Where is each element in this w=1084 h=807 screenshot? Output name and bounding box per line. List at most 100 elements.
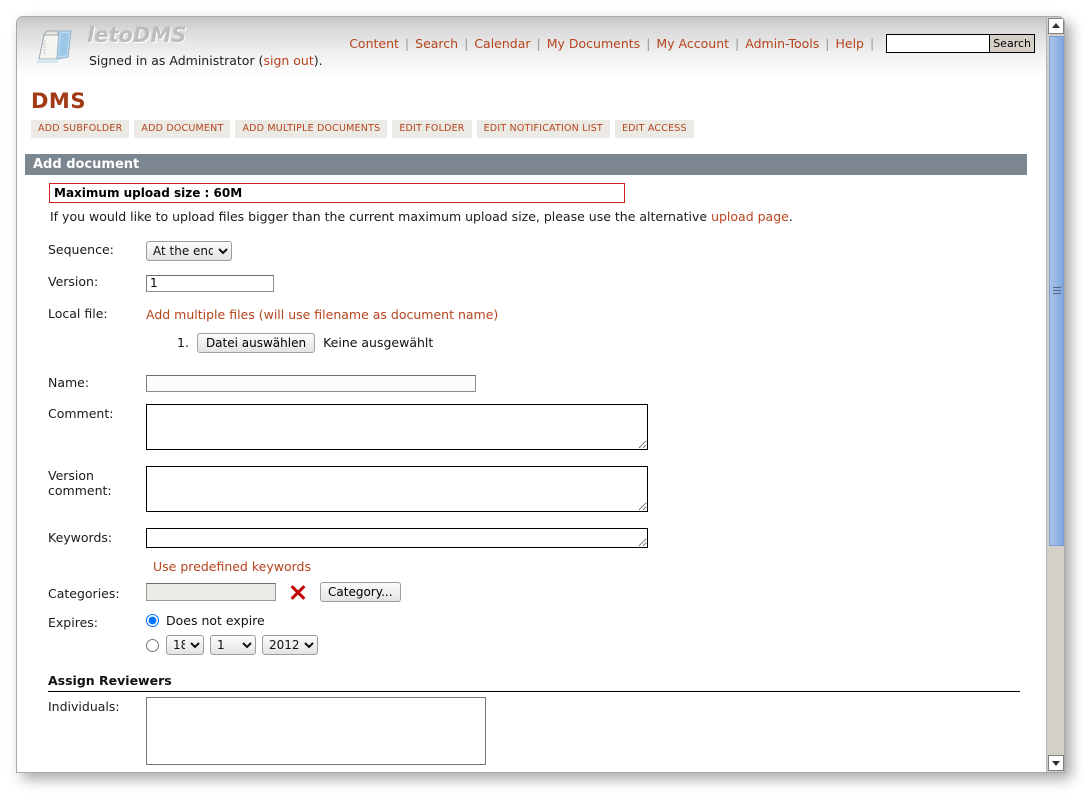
version-field [146, 272, 1032, 292]
nav-separator: | [536, 36, 541, 51]
signed-in-status: Signed in as Administrator (sign out). [89, 53, 323, 68]
nav-separator: | [464, 36, 469, 51]
version-label: Version: [48, 274, 99, 289]
signed-in-prefix: Signed in as Administrator ( [89, 53, 264, 68]
expires-year-select[interactable]: 2012 [262, 635, 318, 655]
keywords-field [146, 528, 1032, 552]
comment-textarea[interactable] [146, 404, 648, 450]
use-predefined-keywords-link[interactable]: Use predefined keywords [153, 559, 311, 574]
page-title: DMS [31, 89, 86, 113]
sequence-select[interactable]: At the end [146, 241, 232, 261]
field-row-keywords: Keywords: [48, 528, 1032, 552]
expires-field: Does not expire 18 1 2012 [146, 613, 1032, 655]
section-header: Add document [25, 154, 1027, 175]
tab-edit-folder[interactable]: EDIT FOLDER [392, 120, 472, 138]
nav-item-content[interactable]: Content [349, 36, 399, 51]
expires-date-radio[interactable] [146, 638, 159, 652]
field-row-sequence: Sequence: At the end [48, 240, 1032, 261]
sequence-field: At the end [146, 240, 1032, 261]
nav-separator: | [869, 36, 875, 51]
expires-day-select[interactable]: 18 [166, 635, 204, 655]
categories-listbox[interactable] [146, 583, 276, 601]
field-row-name: Name: [48, 373, 1032, 392]
nav-item-help[interactable]: Help [835, 36, 864, 51]
scrollbar-thumb[interactable] [1049, 36, 1064, 546]
upload-hint-suffix: . [788, 209, 793, 224]
categories-field: Category... [146, 582, 1032, 602]
site-header: letoDMS Signed in as Administrator (sign… [17, 17, 1047, 78]
file-selection-status: Keine ausgewählt [323, 335, 434, 350]
search-button[interactable]: Search [989, 35, 1034, 52]
local-file-field: Add multiple files (will use filename as… [146, 304, 1032, 323]
version-comment-field [146, 466, 1032, 516]
sign-out-link[interactable]: sign out [263, 53, 313, 68]
brand-title: letoDMS [87, 23, 187, 47]
expires-month-select[interactable]: 1 [210, 635, 256, 655]
category-picker-button[interactable]: Category... [320, 582, 401, 602]
keywords-label: Keywords: [48, 530, 113, 545]
field-row-expires: Expires: Does not expire 18 1 2012 [48, 613, 1032, 655]
name-input[interactable] [146, 375, 476, 392]
name-label: Name: [48, 374, 90, 390]
page-viewport: letoDMS Signed in as Administrator (sign… [17, 17, 1047, 772]
version-comment-label: Version comment: [48, 468, 112, 498]
tab-add-document[interactable]: ADD DOCUMENT [134, 120, 231, 138]
search-input[interactable] [887, 35, 990, 52]
sequence-label: Sequence: [48, 242, 114, 257]
scroll-up-arrow-icon[interactable] [1048, 18, 1064, 34]
tab-add-subfolder[interactable]: ADD SUBFOLDER [31, 120, 130, 138]
nav-item-my-documents[interactable]: My Documents [547, 36, 640, 51]
name-field [146, 373, 1032, 392]
tab-edit-notification-list[interactable]: EDIT NOTIFICATION LIST [476, 120, 610, 138]
field-row-categories: Categories: Category... [48, 582, 1032, 602]
red-x-icon[interactable] [288, 582, 308, 602]
folder-document-icon [36, 30, 72, 63]
vertical-scrollbar[interactable] [1046, 17, 1064, 772]
field-row-comment: Comment: [48, 404, 1032, 454]
nav-item-admin-tools[interactable]: Admin-Tools [745, 36, 819, 51]
action-tabstrip: ADD SUBFOLDER ADD DOCUMENT ADD MULTIPLE … [31, 120, 694, 138]
max-upload-size-notice: Maximum upload size : 60M [49, 183, 625, 203]
search-box: Search [886, 34, 1035, 53]
upload-page-link[interactable]: upload page [711, 209, 789, 224]
choose-file-button[interactable]: Datei auswählen [196, 332, 316, 353]
nav-separator: | [404, 36, 410, 51]
version-comment-textarea[interactable] [146, 466, 648, 512]
nav-separator: | [825, 36, 830, 51]
nav-item-my-account[interactable]: My Account [656, 36, 729, 51]
comment-field [146, 404, 1032, 454]
keywords-textarea[interactable] [146, 528, 648, 548]
categories-label: Categories: [48, 585, 120, 601]
individuals-listbox[interactable] [146, 697, 486, 765]
individuals-label: Individuals: [48, 699, 120, 714]
predefined-keywords-row: Use predefined keywords [153, 556, 1032, 575]
expires-never-option: Does not expire [146, 613, 1032, 628]
scroll-thumb-grip-icon [1052, 287, 1061, 295]
scroll-down-arrow-icon[interactable] [1048, 755, 1064, 771]
expires-never-label: Does not expire [166, 613, 265, 628]
version-input[interactable] [146, 274, 274, 292]
expires-date-option: 18 1 2012 [146, 635, 1032, 655]
local-file-label: Local file: [48, 305, 108, 321]
upload-hint-prefix: If you would like to upload files bigger… [50, 209, 712, 224]
field-row-individuals: Individuals: [48, 697, 1032, 765]
expires-label: Expires: [48, 615, 98, 630]
nav-item-search[interactable]: Search [415, 36, 458, 51]
tab-edit-access[interactable]: EDIT ACCESS [614, 120, 694, 138]
field-row-version: Version: [48, 272, 1032, 292]
field-row-version-comment: Version comment: [48, 466, 1032, 516]
tab-add-multiple-documents[interactable]: ADD MULTIPLE DOCUMENTS [235, 120, 388, 138]
top-navigation: Content | Search | Calendar | My Documen… [349, 34, 1035, 53]
comment-label: Comment: [48, 406, 114, 421]
file-index-label: 1. [177, 335, 189, 350]
field-row-local-file: Local file: Add multiple files (will use… [48, 304, 1032, 323]
individuals-field [146, 697, 1032, 765]
upload-hint-text: If you would like to upload files bigger… [50, 209, 1032, 224]
nav-separator: | [735, 36, 740, 51]
nav-item-calendar[interactable]: Calendar [474, 36, 530, 51]
nav-separator: | [646, 36, 651, 51]
assign-reviewers-heading: Assign Reviewers [48, 673, 172, 688]
expires-never-radio[interactable] [146, 614, 159, 627]
add-multiple-files-link[interactable]: Add multiple files (will use filename as… [146, 307, 498, 322]
browser-window: letoDMS Signed in as Administrator (sign… [16, 16, 1065, 773]
